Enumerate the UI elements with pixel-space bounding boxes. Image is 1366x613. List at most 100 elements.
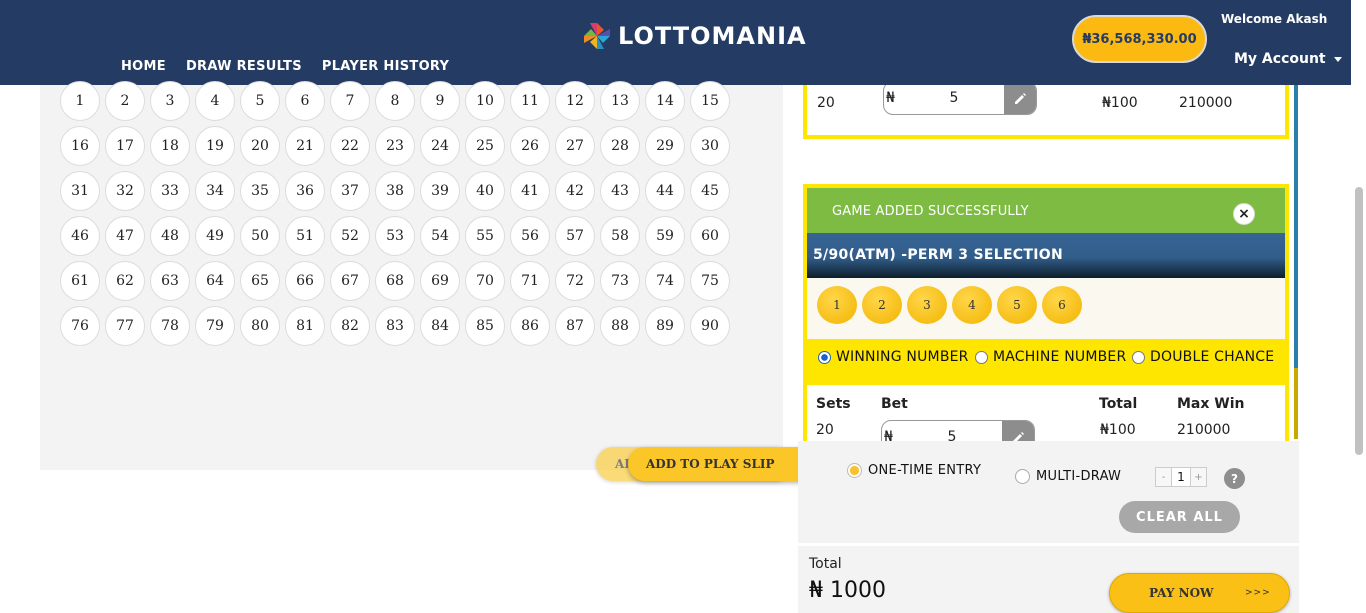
option-double-chance[interactable]: DOUBLE CHANCE <box>1132 349 1274 365</box>
draw-count-input[interactable] <box>1172 467 1190 487</box>
number-ball[interactable]: 18 <box>150 126 190 166</box>
number-ball[interactable]: 83 <box>375 306 415 346</box>
number-ball[interactable]: 48 <box>150 216 190 256</box>
number-ball[interactable]: 29 <box>645 126 685 166</box>
pay-now-button[interactable]: PAY NOW >>> <box>1109 573 1290 613</box>
number-ball[interactable]: 34 <box>195 171 235 211</box>
number-ball[interactable]: 80 <box>240 306 280 346</box>
number-ball[interactable]: 32 <box>105 171 145 211</box>
number-ball[interactable]: 86 <box>510 306 550 346</box>
number-ball[interactable]: 63 <box>150 261 190 301</box>
option-winning-number[interactable]: WINNING NUMBER <box>818 349 969 365</box>
play-slip-list[interactable]: 20 ₦ ₦100 210000 GAME ADDED SUCCESSFULLY… <box>798 85 1301 441</box>
number-ball[interactable]: 8 <box>375 81 415 121</box>
number-ball[interactable]: 28 <box>600 126 640 166</box>
number-ball[interactable]: 56 <box>510 216 550 256</box>
number-ball[interactable]: 90 <box>690 306 730 346</box>
slip-scrollbar-thumb[interactable] <box>1294 368 1298 439</box>
number-ball[interactable]: 26 <box>510 126 550 166</box>
number-ball[interactable]: 55 <box>465 216 505 256</box>
number-ball[interactable]: 21 <box>285 126 325 166</box>
number-ball[interactable]: 1 <box>60 81 100 121</box>
number-ball[interactable]: 39 <box>420 171 460 211</box>
number-ball[interactable]: 49 <box>195 216 235 256</box>
my-account-menu[interactable]: My Account <box>1234 51 1342 67</box>
number-ball[interactable]: 37 <box>330 171 370 211</box>
slip-scrollbar[interactable] <box>1294 85 1298 439</box>
number-ball[interactable]: 81 <box>285 306 325 346</box>
number-ball[interactable]: 50 <box>240 216 280 256</box>
edit-bet-button[interactable] <box>1004 85 1036 114</box>
number-ball[interactable]: 13 <box>600 81 640 121</box>
number-ball[interactable]: 46 <box>60 216 100 256</box>
number-ball[interactable]: 64 <box>195 261 235 301</box>
number-ball[interactable]: 47 <box>105 216 145 256</box>
number-ball[interactable]: 73 <box>600 261 640 301</box>
add-to-play-slip-button[interactable]: ADD TO PLAY SLIP <box>628 447 824 481</box>
number-ball[interactable]: 51 <box>285 216 325 256</box>
number-ball[interactable]: 76 <box>60 306 100 346</box>
number-ball[interactable]: 53 <box>375 216 415 256</box>
number-ball[interactable]: 23 <box>375 126 415 166</box>
number-ball[interactable]: 75 <box>690 261 730 301</box>
number-ball[interactable]: 69 <box>420 261 460 301</box>
number-ball[interactable]: 7 <box>330 81 370 121</box>
radio-unselected[interactable] <box>1015 469 1030 484</box>
number-ball[interactable]: 2 <box>105 81 145 121</box>
increment-button[interactable]: + <box>1190 467 1207 487</box>
number-ball[interactable]: 40 <box>465 171 505 211</box>
number-ball[interactable]: 77 <box>105 306 145 346</box>
clear-all-button[interactable]: CLEAR ALL <box>1119 501 1240 533</box>
number-ball[interactable]: 59 <box>645 216 685 256</box>
number-ball[interactable]: 79 <box>195 306 235 346</box>
number-ball[interactable]: 45 <box>690 171 730 211</box>
number-ball[interactable]: 85 <box>465 306 505 346</box>
bet-amount-input[interactable] <box>902 422 1002 441</box>
lottomania-logo[interactable]: LOTTOMANIA <box>582 20 807 52</box>
number-ball[interactable]: 70 <box>465 261 505 301</box>
option-machine-number[interactable]: MACHINE NUMBER <box>975 349 1126 365</box>
number-ball[interactable]: 27 <box>555 126 595 166</box>
number-ball[interactable]: 17 <box>105 126 145 166</box>
number-ball[interactable]: 16 <box>60 126 100 166</box>
close-icon[interactable]: × <box>1233 203 1255 225</box>
number-ball[interactable]: 35 <box>240 171 280 211</box>
number-ball[interactable]: 38 <box>375 171 415 211</box>
number-ball[interactable]: 78 <box>150 306 190 346</box>
number-ball[interactable]: 20 <box>240 126 280 166</box>
number-ball[interactable]: 57 <box>555 216 595 256</box>
number-ball[interactable]: 14 <box>645 81 685 121</box>
nav-draw-results[interactable]: DRAW RESULTS <box>186 59 302 74</box>
number-ball[interactable]: 82 <box>330 306 370 346</box>
number-ball[interactable]: 3 <box>150 81 190 121</box>
number-ball[interactable]: 36 <box>285 171 325 211</box>
number-ball[interactable]: 67 <box>330 261 370 301</box>
number-ball[interactable]: 19 <box>195 126 235 166</box>
page-scrollbar[interactable] <box>1351 0 1366 613</box>
number-ball[interactable]: 31 <box>60 171 100 211</box>
number-ball[interactable]: 5 <box>240 81 280 121</box>
nav-player-history[interactable]: PLAYER HISTORY <box>322 59 449 74</box>
help-icon[interactable]: ? <box>1224 468 1245 489</box>
number-ball[interactable]: 41 <box>510 171 550 211</box>
radio-unselected[interactable] <box>975 350 988 364</box>
radio-selected[interactable] <box>818 350 831 364</box>
number-ball[interactable]: 10 <box>465 81 505 121</box>
number-ball[interactable]: 72 <box>555 261 595 301</box>
number-ball[interactable]: 60 <box>690 216 730 256</box>
multi-draw-option[interactable]: MULTI-DRAW <box>1015 469 1121 484</box>
number-ball[interactable]: 88 <box>600 306 640 346</box>
one-time-entry-option[interactable]: ONE-TIME ENTRY <box>847 463 981 478</box>
number-ball[interactable]: 9 <box>420 81 460 121</box>
number-ball[interactable]: 62 <box>105 261 145 301</box>
nav-home[interactable]: HOME <box>121 59 166 74</box>
number-ball[interactable]: 43 <box>600 171 640 211</box>
decrement-button[interactable]: - <box>1155 467 1172 487</box>
number-ball[interactable]: 71 <box>510 261 550 301</box>
number-ball[interactable]: 4 <box>195 81 235 121</box>
number-ball[interactable]: 52 <box>330 216 370 256</box>
number-ball[interactable]: 11 <box>510 81 550 121</box>
number-ball[interactable]: 84 <box>420 306 460 346</box>
number-ball[interactable]: 66 <box>285 261 325 301</box>
number-ball[interactable]: 58 <box>600 216 640 256</box>
